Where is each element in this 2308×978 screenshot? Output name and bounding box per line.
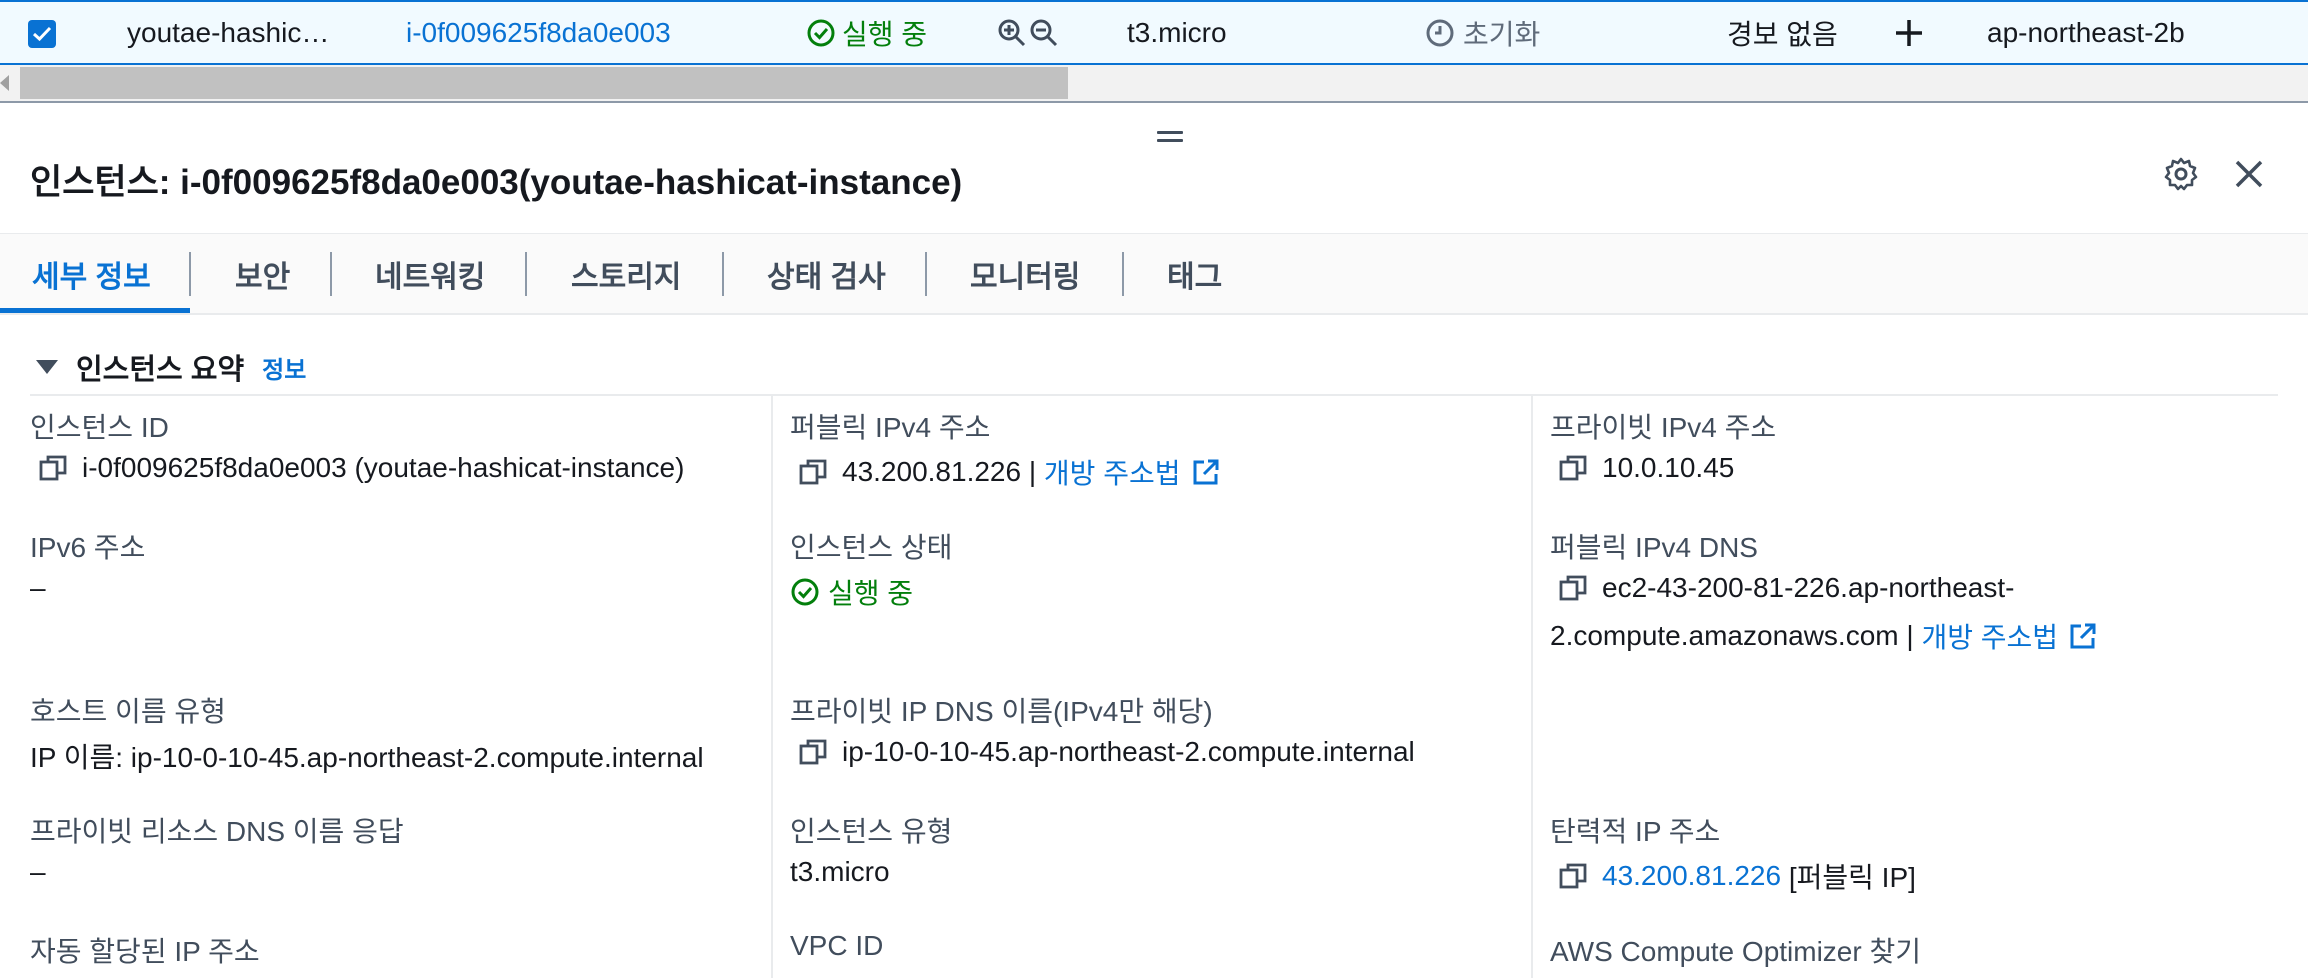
tab-divider xyxy=(1122,252,1124,296)
detail-tabs: 세부 정보 보안 네트워킹 스토리지 상태 검사 모니터링 태그 xyxy=(0,233,2308,315)
copy-icon[interactable] xyxy=(798,737,828,767)
hostname-type-label: 호스트 이름 유형 xyxy=(30,696,226,727)
external-link-icon[interactable] xyxy=(2068,621,2098,651)
auto-assigned-ip-label: 자동 할당된 IP 주소 xyxy=(30,936,260,967)
instance-state-value: 실행 중 xyxy=(790,572,913,612)
elastic-ip-link[interactable]: 43.200.81.226 xyxy=(1602,860,1781,892)
row-instance-name: youtae-hashic… xyxy=(127,16,330,48)
copy-icon[interactable] xyxy=(38,453,68,483)
private-ipv4-label: 프라이빗 IPv4 주소 xyxy=(1550,412,1777,443)
public-ipv4-label: 퍼블릭 IPv4 주소 xyxy=(790,412,991,443)
instance-table-row-selected[interactable]: youtae-hashic… i-0f009625f8da0e003 실행 중 … xyxy=(0,0,2308,65)
private-ipv4-text: 10.0.10.45 xyxy=(1602,452,1735,483)
panel-resize-handle[interactable] xyxy=(1157,131,1183,147)
active-tab-indicator xyxy=(0,308,190,313)
row-instance-id-link[interactable]: i-0f009625f8da0e003 xyxy=(406,2,671,63)
column-divider xyxy=(771,396,773,978)
instance-id-text: i-0f009625f8da0e003 (youtae-hashicat-ins… xyxy=(82,452,685,483)
info-link[interactable]: 정보 xyxy=(262,350,306,385)
vpc-id-label: VPC ID xyxy=(790,930,884,961)
row-alarm-status: 경보 없음 xyxy=(1727,18,1838,50)
row-zoom-controls xyxy=(997,2,1059,63)
instance-type-value: t3.micro xyxy=(790,856,890,887)
public-dns-text-1: ec2-43-200-81-226.ap-northeast- xyxy=(1602,572,2015,603)
table-horizontal-scrollbar[interactable] xyxy=(0,65,2308,103)
tab-details[interactable]: 세부 정보 xyxy=(32,234,151,314)
private-resource-dns-value: – xyxy=(30,856,46,887)
external-link-icon[interactable] xyxy=(1191,457,1221,487)
public-ipv4-value: 43.200.81.226 | 개방 주소법 xyxy=(798,452,1221,492)
private-ipv4-value: 10.0.10.45 xyxy=(1558,452,1734,484)
check-icon xyxy=(32,26,52,42)
elastic-ip-suffix: [퍼블릭 IP] xyxy=(1781,862,1916,893)
scrollbar-thumb[interactable] xyxy=(20,67,1068,99)
tab-divider xyxy=(722,252,724,296)
zoom-in-icon[interactable] xyxy=(997,18,1027,48)
scroll-left-arrow-icon[interactable] xyxy=(0,75,9,91)
public-ipv4-separator: | xyxy=(1021,456,1044,487)
ipv6-label: IPv6 주소 xyxy=(30,532,146,563)
clock-icon xyxy=(1426,19,1454,46)
row-instance-type: t3.micro xyxy=(1127,16,1227,48)
ipv6-value: – xyxy=(30,572,46,603)
private-dns-label: 프라이빗 IP DNS 이름(IPv4만 해당) xyxy=(790,696,1213,727)
tab-divider xyxy=(525,252,527,296)
instance-id-value: i-0f009625f8da0e003 (youtae-hashicat-ins… xyxy=(38,452,684,484)
tab-networking[interactable]: 네트워킹 xyxy=(375,234,485,314)
instance-id-label: 인스턴스 ID xyxy=(30,412,169,443)
row-state-label: 실행 중 xyxy=(842,18,928,50)
tab-storage[interactable]: 스토리지 xyxy=(571,234,681,314)
elastic-ip-label: 탄력적 IP 주소 xyxy=(1550,816,1721,847)
instance-state-label: 인스턴스 상태 xyxy=(790,532,953,563)
instance-type-label: 인스턴스 유형 xyxy=(790,816,953,847)
tab-tags[interactable]: 태그 xyxy=(1167,234,1222,314)
compute-optimizer-label: AWS Compute Optimizer 찾기 xyxy=(1550,936,1922,967)
column-divider xyxy=(1531,396,1533,978)
row-availability-zone: ap-northeast-2b xyxy=(1987,16,2185,48)
close-icon[interactable] xyxy=(2231,156,2267,192)
private-dns-text: ip-10-0-10-45.ap-northeast-2.compute.int… xyxy=(842,736,1415,767)
plus-icon xyxy=(1896,19,1922,46)
elastic-ip-value: 43.200.81.226 [퍼블릭 IP] xyxy=(1558,856,1916,896)
tab-status-checks[interactable]: 상태 검사 xyxy=(767,234,886,314)
private-dns-value: ip-10-0-10-45.ap-northeast-2.compute.int… xyxy=(798,736,1415,768)
row-checkbox[interactable] xyxy=(28,20,56,48)
copy-icon[interactable] xyxy=(1558,861,1588,891)
status-success-icon xyxy=(807,19,835,46)
private-resource-dns-label: 프라이빗 리소스 DNS 이름 응답 xyxy=(30,816,404,847)
tab-divider xyxy=(925,252,927,296)
gear-icon[interactable] xyxy=(2163,156,2199,192)
caret-down-icon[interactable] xyxy=(36,360,58,374)
tab-divider xyxy=(189,252,191,296)
section-divider xyxy=(30,394,2278,396)
section-title: 인스턴스 요약 xyxy=(76,354,245,386)
copy-icon[interactable] xyxy=(1558,573,1588,603)
zoom-out-icon[interactable] xyxy=(1029,18,1059,48)
tab-monitoring[interactable]: 모니터링 xyxy=(970,234,1080,314)
public-dns-value-line2: 2.compute.amazonaws.com | 개방 주소법 xyxy=(1550,616,2098,656)
open-address-link[interactable]: 개방 주소법 xyxy=(1044,452,1181,492)
public-dns-open-address-link[interactable]: 개방 주소법 xyxy=(1921,616,2058,656)
public-dns-separator: | xyxy=(1898,620,1922,651)
row-status-check: 초기화 xyxy=(1425,2,1540,63)
copy-icon[interactable] xyxy=(1558,453,1588,483)
public-dns-label: 퍼블릭 IPv4 DNS xyxy=(1550,532,1758,563)
row-status-check-label: 초기화 xyxy=(1463,18,1541,50)
panel-title: 인스턴스: i-0f009625f8da0e003(youtae-hashica… xyxy=(30,163,963,202)
public-dns-value-line1: ec2-43-200-81-226.ap-northeast- xyxy=(1558,572,2014,604)
row-instance-state: 실행 중 xyxy=(806,2,927,63)
public-ipv4-text: 43.200.81.226 xyxy=(842,456,1022,487)
public-dns-text-2: 2.compute.amazonaws.com xyxy=(1550,620,1899,651)
instance-summary-header[interactable]: 인스턴스 요약 정보 xyxy=(36,346,306,388)
add-alarm-button[interactable] xyxy=(1893,2,1925,63)
instance-state-text: 실행 중 xyxy=(828,578,914,609)
tab-security[interactable]: 보안 xyxy=(235,234,290,314)
status-success-icon xyxy=(791,578,819,606)
copy-icon[interactable] xyxy=(798,457,828,487)
hostname-type-value: IP 이름: ip-10-0-10-45.ap-northeast-2.comp… xyxy=(30,742,704,773)
tab-divider xyxy=(330,252,332,296)
